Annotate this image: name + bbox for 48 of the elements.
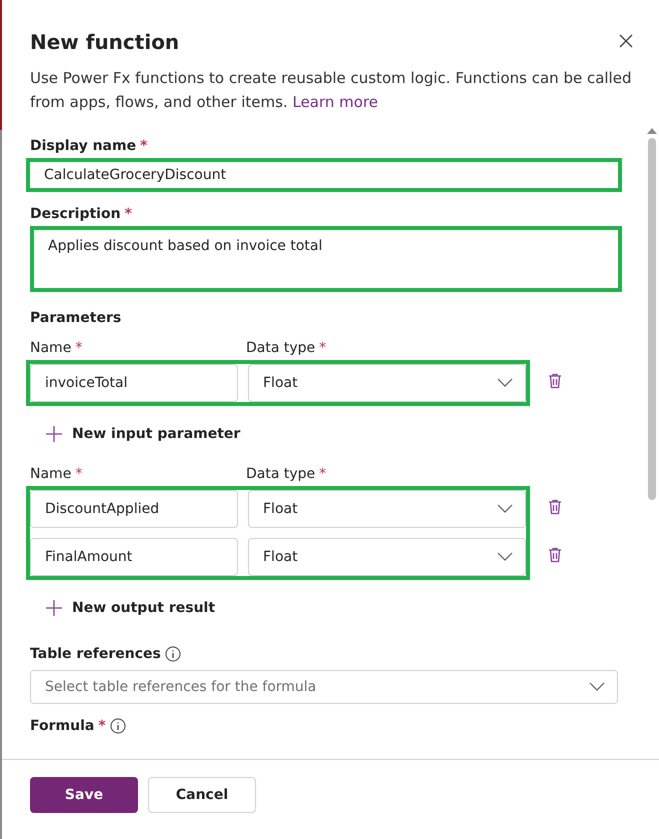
cancel-button[interactable]: Cancel: [148, 777, 256, 813]
field-label: Name: [30, 340, 72, 356]
scrollbar-thumb[interactable]: [648, 138, 656, 500]
name-input[interactable]: FinalAmount: [30, 538, 238, 576]
required-mark: *: [75, 340, 82, 356]
delete-button[interactable]: [548, 547, 562, 563]
name-input[interactable]: DiscountApplied: [30, 490, 238, 528]
chevron-down-icon: [497, 504, 513, 514]
scroll-up-icon: [647, 128, 657, 134]
field-label: Name: [30, 466, 72, 482]
dialog-title: New function: [30, 30, 180, 54]
field-label: Description: [30, 206, 121, 222]
save-button[interactable]: Save: [30, 777, 138, 813]
field-label: Table references: [30, 646, 161, 662]
trash-icon: [548, 373, 562, 389]
info-icon: [110, 718, 126, 734]
plus-icon: [46, 426, 62, 442]
table-references-dropdown[interactable]: Select table references for the formula: [30, 670, 618, 704]
field-label: Data type: [246, 466, 316, 482]
trash-icon: [548, 499, 562, 515]
chevron-down-icon: [497, 378, 513, 388]
chevron-down-icon: [589, 682, 605, 692]
delete-button[interactable]: [548, 373, 562, 389]
plus-icon: [46, 600, 62, 616]
required-mark: *: [140, 138, 148, 154]
learn-more-link[interactable]: Learn more: [292, 93, 378, 111]
required-mark: *: [319, 340, 326, 356]
required-mark: *: [75, 466, 82, 482]
section-heading: Parameters: [30, 310, 122, 326]
close-button[interactable]: [619, 34, 633, 48]
chevron-down-icon: [497, 552, 513, 562]
data-type-dropdown[interactable]: Float: [248, 490, 526, 528]
required-mark: *: [124, 206, 132, 222]
info-icon: [164, 646, 181, 662]
add-button[interactable]: New input parameter: [46, 426, 645, 442]
close-icon: [619, 34, 633, 48]
trash-icon: [548, 547, 562, 563]
name-input[interactable]: invoiceTotal: [30, 364, 238, 402]
required-mark: *: [319, 466, 326, 482]
delete-button[interactable]: [548, 499, 562, 515]
field-label: Data type: [246, 340, 316, 356]
field-label: Display name: [30, 138, 136, 154]
intro-text: Use Power Fx functions to create reusable custom logic. Functions can be called from apps, flows, and other items. Learn more: [30, 68, 632, 113]
field-label: Formula: [30, 718, 94, 734]
data-type-dropdown[interactable]: Float: [248, 364, 526, 402]
add-button[interactable]: New output result: [46, 600, 645, 616]
data-type-dropdown[interactable]: Float: [248, 538, 526, 576]
required-mark: *: [98, 718, 106, 734]
